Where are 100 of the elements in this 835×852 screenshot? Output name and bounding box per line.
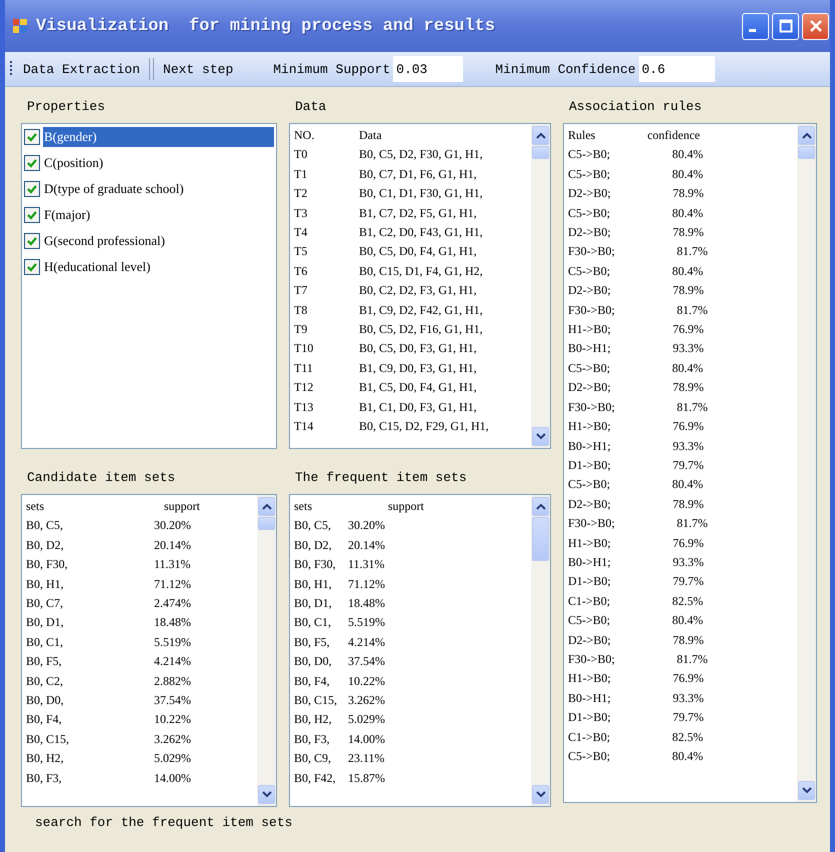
table-cell-text: 78.9%: [672, 282, 704, 300]
column-header: confidence: [647, 127, 700, 144]
table-cell-text: B0, C5, D2, F30, G1, H1,: [359, 146, 483, 164]
table-cell-text: 5.029%: [348, 711, 385, 728]
section-title: Properties: [26, 99, 106, 114]
table-cell-text: B0, C5,: [26, 517, 64, 534]
table-cell-text: B0, D1,: [26, 614, 65, 632]
table-cell-text: T2: [294, 185, 308, 202]
maximize-button[interactable]: [772, 12, 799, 40]
column-header: Data: [359, 127, 382, 144]
table-cell-text: B1, C7, D2, F5, G1, H1,: [359, 204, 477, 222]
minimize-button[interactable]: [742, 12, 769, 40]
list-item[interactable]: G(second professional): [43, 231, 274, 251]
table-cell-text: C5->B0;: [568, 166, 610, 183]
status-text: search for the frequent item sets: [34, 815, 292, 830]
list-item[interactable]: F(major): [43, 205, 274, 225]
table-cell-text: B0, D1,: [294, 595, 333, 612]
scroll-up-button[interactable]: [532, 126, 549, 145]
table-cell-text: T12: [294, 379, 314, 396]
scroll-thumb[interactable]: [532, 146, 549, 159]
table-cell-text: T11: [294, 360, 314, 377]
table-cell-text: 82.5%: [672, 728, 704, 746]
column-header: NO.: [294, 127, 316, 144]
scroll-down-button[interactable]: [798, 781, 815, 800]
table-cell-text: B0, D2,: [294, 536, 333, 554]
table-cell-text: T0: [294, 146, 308, 164]
table-cell-text: B0, F30,: [294, 556, 337, 574]
table-cell-text: T7: [294, 282, 308, 300]
table-cell-text: B0, C15, D1, F4, G1, H2,: [359, 262, 483, 280]
table-cell-text: 78.9%: [672, 379, 704, 396]
table-cell-text: 30.20%: [154, 517, 191, 534]
section-title: The frequent item sets: [294, 470, 467, 485]
input-field[interactable]: 0.6: [638, 56, 715, 82]
scroll-thumb[interactable]: [532, 517, 549, 561]
table-cell-text: B0->H1;: [568, 438, 611, 454]
column-header: Rules: [568, 127, 596, 144]
table-cell-text: 14.00%: [348, 730, 385, 748]
table-cell-text: B0, D0,: [26, 692, 65, 710]
table-cell-text: 76.9%: [672, 670, 704, 688]
input-field[interactable]: 0.03: [393, 56, 464, 82]
table-cell-text: H1->B0;: [568, 534, 611, 552]
table-cell-text: 81.7%: [676, 243, 708, 260]
table-cell-text: B0, C15,: [294, 692, 338, 710]
checkbox[interactable]: [24, 207, 40, 223]
scroll-up-button[interactable]: [798, 126, 815, 145]
table-cell-text: B0, C5, D2, F16, G1, H1,: [359, 321, 483, 338]
table-cell-text: C5->B0;: [568, 360, 610, 377]
checkbox[interactable]: [24, 155, 40, 171]
table-cell-text: 78.9%: [672, 185, 704, 202]
table-cell-text: T4: [294, 224, 308, 242]
table-cell-text: 18.48%: [348, 595, 385, 612]
table-cell-text: T14: [294, 418, 314, 436]
list-item[interactable]: C(position): [43, 153, 274, 173]
table-cell-text: 4.214%: [154, 653, 191, 670]
toolbar-button[interactable]: Data Extraction: [19, 60, 144, 78]
table-cell-text: C1->B0;: [568, 592, 610, 610]
checkbox[interactable]: [24, 129, 40, 145]
table-cell-text: B0, C2, D2, F3, G1, H1,: [359, 282, 477, 300]
checkbox[interactable]: [24, 181, 40, 197]
scroll-up-button[interactable]: [258, 497, 275, 516]
checkbox[interactable]: [24, 233, 40, 249]
table-cell-text: T13: [294, 398, 314, 416]
checkbox[interactable]: [24, 259, 40, 275]
table-cell-text: 76.9%: [672, 534, 704, 552]
section-title: Candidate item sets: [26, 470, 176, 485]
table-cell-text: 78.9%: [672, 496, 704, 513]
table-cell-text: 80.4%: [672, 748, 704, 765]
table-cell-text: 2.474%: [154, 595, 191, 612]
list-item[interactable]: H(educational level): [43, 257, 274, 277]
scroll-down-button[interactable]: [532, 785, 549, 804]
scroll-thumb[interactable]: [258, 517, 275, 530]
table-cell-text: B0, D0,: [294, 653, 333, 670]
scroll-thumb[interactable]: [798, 146, 815, 159]
toolbar-button[interactable]: Next step: [159, 60, 238, 78]
table-cell-text: B0->H1;: [568, 690, 611, 707]
app-icon: [12, 18, 28, 34]
table-cell-text: 80.4%: [672, 476, 704, 494]
table-cell-text: F30->B0;: [568, 398, 615, 416]
table-cell-text: D1->B0;: [568, 573, 611, 590]
maximize-icon: [778, 19, 792, 33]
table-cell-text: 81.7%: [676, 398, 708, 416]
list-item[interactable]: B(gender): [43, 127, 274, 147]
list-item[interactable]: D(type of graduate school): [43, 179, 274, 199]
table-cell-text: F30->B0;: [568, 243, 615, 260]
table-cell-text: B0, H2,: [26, 750, 65, 768]
table-cell-text: 81.7%: [676, 515, 708, 532]
table-cell-text: B1, C5, D0, F4, G1, H1,: [359, 379, 477, 396]
table-cell-text: 3.262%: [154, 730, 191, 748]
table-cell-text: D2->B0;: [568, 632, 611, 649]
table-cell-text: B0->H1;: [568, 340, 611, 358]
table-cell-text: B0, C1, D1, F30, G1, H1,: [359, 185, 483, 202]
scroll-up-button[interactable]: [532, 497, 549, 516]
table-cell-text: B0, C1,: [26, 634, 64, 651]
close-button[interactable]: [802, 12, 829, 40]
grip-icon: [9, 60, 13, 78]
scroll-down-button[interactable]: [258, 785, 275, 804]
table-cell-text: B0, C15,: [26, 730, 70, 748]
table-cell-text: 79.7%: [672, 709, 704, 726]
table-cell-text: B1, C1, D0, F3, G1, H1,: [359, 398, 477, 416]
scroll-down-button[interactable]: [532, 427, 549, 446]
